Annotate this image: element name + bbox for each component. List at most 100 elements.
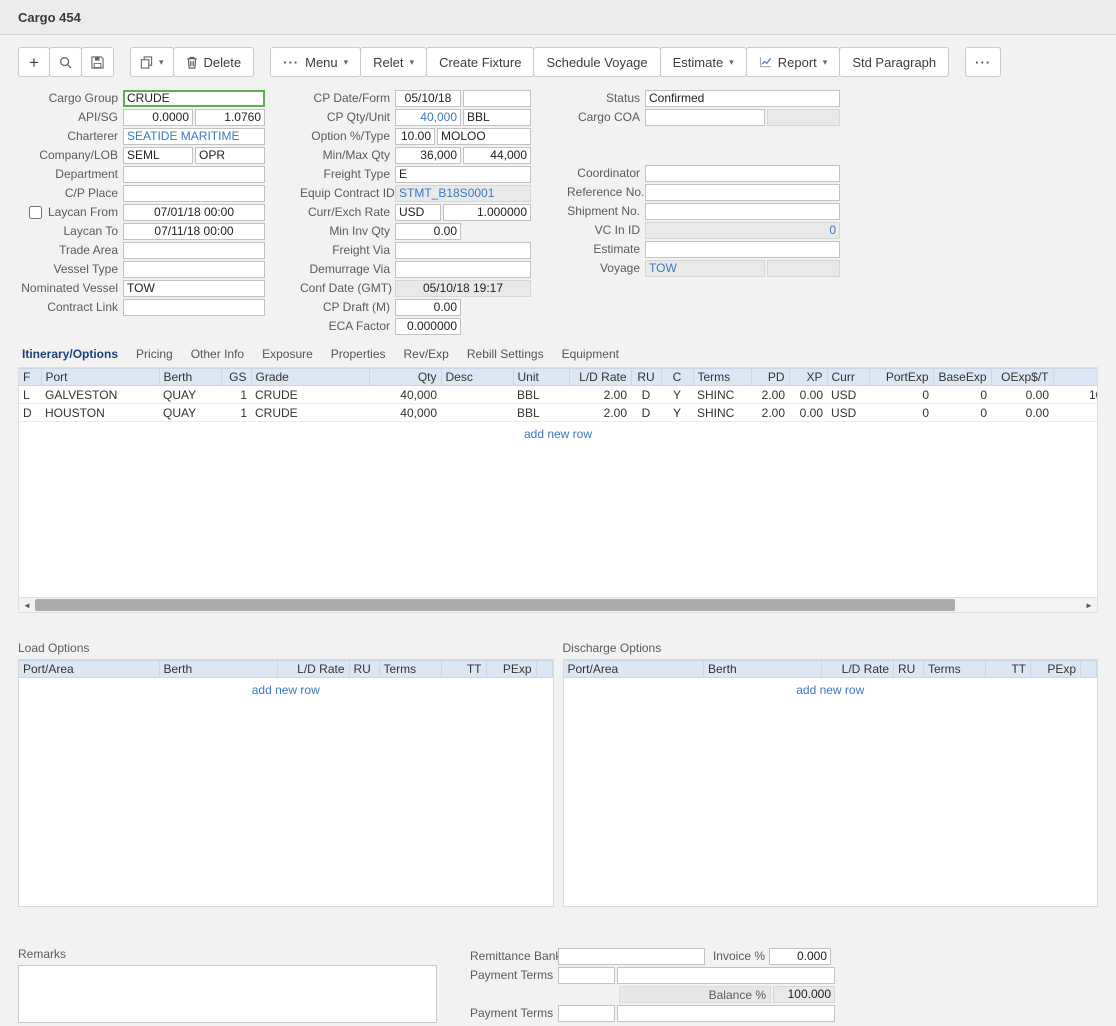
laycan-checkbox[interactable] <box>29 206 42 219</box>
currency-input[interactable] <box>395 204 441 221</box>
grid-cell[interactable]: 0.00 <box>991 386 1053 404</box>
tab-rev-exp[interactable]: Rev/Exp <box>404 347 449 361</box>
laycan-from-input[interactable] <box>123 204 265 221</box>
estimate-input[interactable] <box>645 241 840 258</box>
grid-cell[interactable]: CRUDE <box>251 404 369 422</box>
grid-cell[interactable]: QUAY <box>159 386 221 404</box>
cargo-coa-input[interactable] <box>645 109 765 126</box>
min-inv-qty-input[interactable] <box>395 223 461 240</box>
coordinator-input[interactable] <box>645 165 840 182</box>
tab-equipment[interactable]: Equipment <box>562 347 619 361</box>
equip-contract-id-field[interactable]: STMT_B18S0001 <box>395 185 531 202</box>
estimate-button[interactable]: Estimate ▾ <box>660 47 747 77</box>
grid-cell[interactable]: 0 <box>933 404 991 422</box>
freight-type-input[interactable] <box>395 166 531 183</box>
grid-cell[interactable]: 40,000 <box>369 404 441 422</box>
grid-cell[interactable] <box>441 404 513 422</box>
grid-cell[interactable]: HOUSTON <box>41 404 159 422</box>
relet-button[interactable]: Relet ▾ <box>360 47 427 77</box>
schedule-voyage-button[interactable]: Schedule Voyage <box>533 47 660 77</box>
min-qty-input[interactable] <box>395 147 461 164</box>
delete-button[interactable]: Delete <box>173 47 255 77</box>
eca-factor-input[interactable] <box>395 318 461 335</box>
std-paragraph-button[interactable]: Std Paragraph <box>839 47 949 77</box>
more-button[interactable]: ··· <box>965 47 1001 77</box>
status-input[interactable] <box>645 90 840 107</box>
tab-properties[interactable]: Properties <box>331 347 386 361</box>
grid-cell[interactable]: 0 <box>869 386 933 404</box>
grid-cell[interactable] <box>1053 404 1098 422</box>
tab-exposure[interactable]: Exposure <box>262 347 313 361</box>
demurrage-via-input[interactable] <box>395 261 531 278</box>
copy-button[interactable]: ▾ <box>130 47 174 77</box>
grid-cell[interactable]: USD <box>827 404 869 422</box>
scroll-left-arrow[interactable]: ◄ <box>19 598 35 612</box>
grid-add-new-row-link[interactable]: add new row <box>19 422 1097 445</box>
max-qty-input[interactable] <box>463 147 531 164</box>
voyage-field[interactable]: TOW <box>645 260 765 277</box>
cp-date-input[interactable] <box>395 90 461 107</box>
tab-itinerary-options[interactable]: Itinerary/Options <box>22 347 118 361</box>
option-pct-input[interactable] <box>395 128 435 145</box>
cp-form-input[interactable] <box>463 90 531 107</box>
nominated-vessel-input[interactable] <box>123 280 265 297</box>
vc-in-id-field[interactable]: 0 <box>645 222 840 239</box>
charterer-input[interactable] <box>123 128 265 145</box>
sg-input[interactable] <box>195 109 265 126</box>
menu-button[interactable]: ··· Menu ▾ <box>270 47 361 77</box>
laycan-to-input[interactable] <box>123 223 265 240</box>
grid-cell[interactable]: 2.00 <box>751 404 789 422</box>
grid-cell[interactable]: Y <box>661 404 693 422</box>
grid-cell[interactable]: GALVESTON <box>41 386 159 404</box>
api-input[interactable] <box>123 109 193 126</box>
grid-cell[interactable]: D <box>19 404 41 422</box>
grid-cell[interactable]: 1 <box>221 404 251 422</box>
grid-cell[interactable] <box>441 386 513 404</box>
grid-cell[interactable]: 1 <box>221 386 251 404</box>
grid-cell[interactable]: 40,000 <box>369 386 441 404</box>
option-type-input[interactable] <box>437 128 531 145</box>
grid-cell[interactable]: USD <box>827 386 869 404</box>
grid-cell[interactable]: SHINC <box>693 386 751 404</box>
department-input[interactable] <box>123 166 265 183</box>
remittance-bank-input[interactable] <box>558 948 705 965</box>
tab-pricing[interactable]: Pricing <box>136 347 173 361</box>
reference-no-input[interactable] <box>645 184 840 201</box>
payment-terms-desc-input[interactable] <box>617 967 835 984</box>
contract-link-input[interactable] <box>123 299 265 316</box>
load-options-add-new-row-link[interactable]: add new row <box>19 678 553 701</box>
freight-via-input[interactable] <box>395 242 531 259</box>
discharge-options-add-new-row-link[interactable]: add new row <box>564 678 1098 701</box>
grid-cell[interactable]: D <box>631 404 661 422</box>
cargo-group-input[interactable] <box>123 90 265 107</box>
scroll-right-arrow[interactable]: ► <box>1081 598 1097 612</box>
grid-cell[interactable]: 0 <box>933 386 991 404</box>
grid-cell[interactable]: BBL <box>513 404 569 422</box>
grid-cell[interactable]: 2.00 <box>569 386 631 404</box>
lob-input[interactable] <box>195 147 265 164</box>
grid-cell[interactable]: 2.00 <box>569 404 631 422</box>
cp-qty-input[interactable] <box>395 109 461 126</box>
grid-cell[interactable]: 0.00 <box>789 404 827 422</box>
grid-cell[interactable]: 0.00 <box>789 386 827 404</box>
exch-rate-input[interactable] <box>443 204 531 221</box>
tab-other-info[interactable]: Other Info <box>191 347 244 361</box>
company-input[interactable] <box>123 147 193 164</box>
cp-place-input[interactable] <box>123 185 265 202</box>
scrollbar-track[interactable] <box>35 598 1081 612</box>
grid-cell[interactable]: CRUDE <box>251 386 369 404</box>
report-button[interactable]: Report ▾ <box>746 47 841 77</box>
invoice-pct-input[interactable] <box>769 948 831 965</box>
grid-cell[interactable]: 0 <box>869 404 933 422</box>
remarks-textarea[interactable] <box>18 965 437 1023</box>
grid-cell[interactable]: 0.00 <box>991 404 1053 422</box>
create-fixture-button[interactable]: Create Fixture <box>426 47 534 77</box>
grid-cell[interactable]: BBL <box>513 386 569 404</box>
shipment-no-input[interactable] <box>645 203 840 220</box>
trade-area-input[interactable] <box>123 242 265 259</box>
tab-rebill-settings[interactable]: Rebill Settings <box>467 347 544 361</box>
grid-horizontal-scrollbar[interactable]: ◄ ► <box>18 597 1098 613</box>
cp-unit-input[interactable] <box>463 109 531 126</box>
grid-cell[interactable]: 100 <box>1053 386 1098 404</box>
new-button[interactable]: + <box>18 47 50 77</box>
